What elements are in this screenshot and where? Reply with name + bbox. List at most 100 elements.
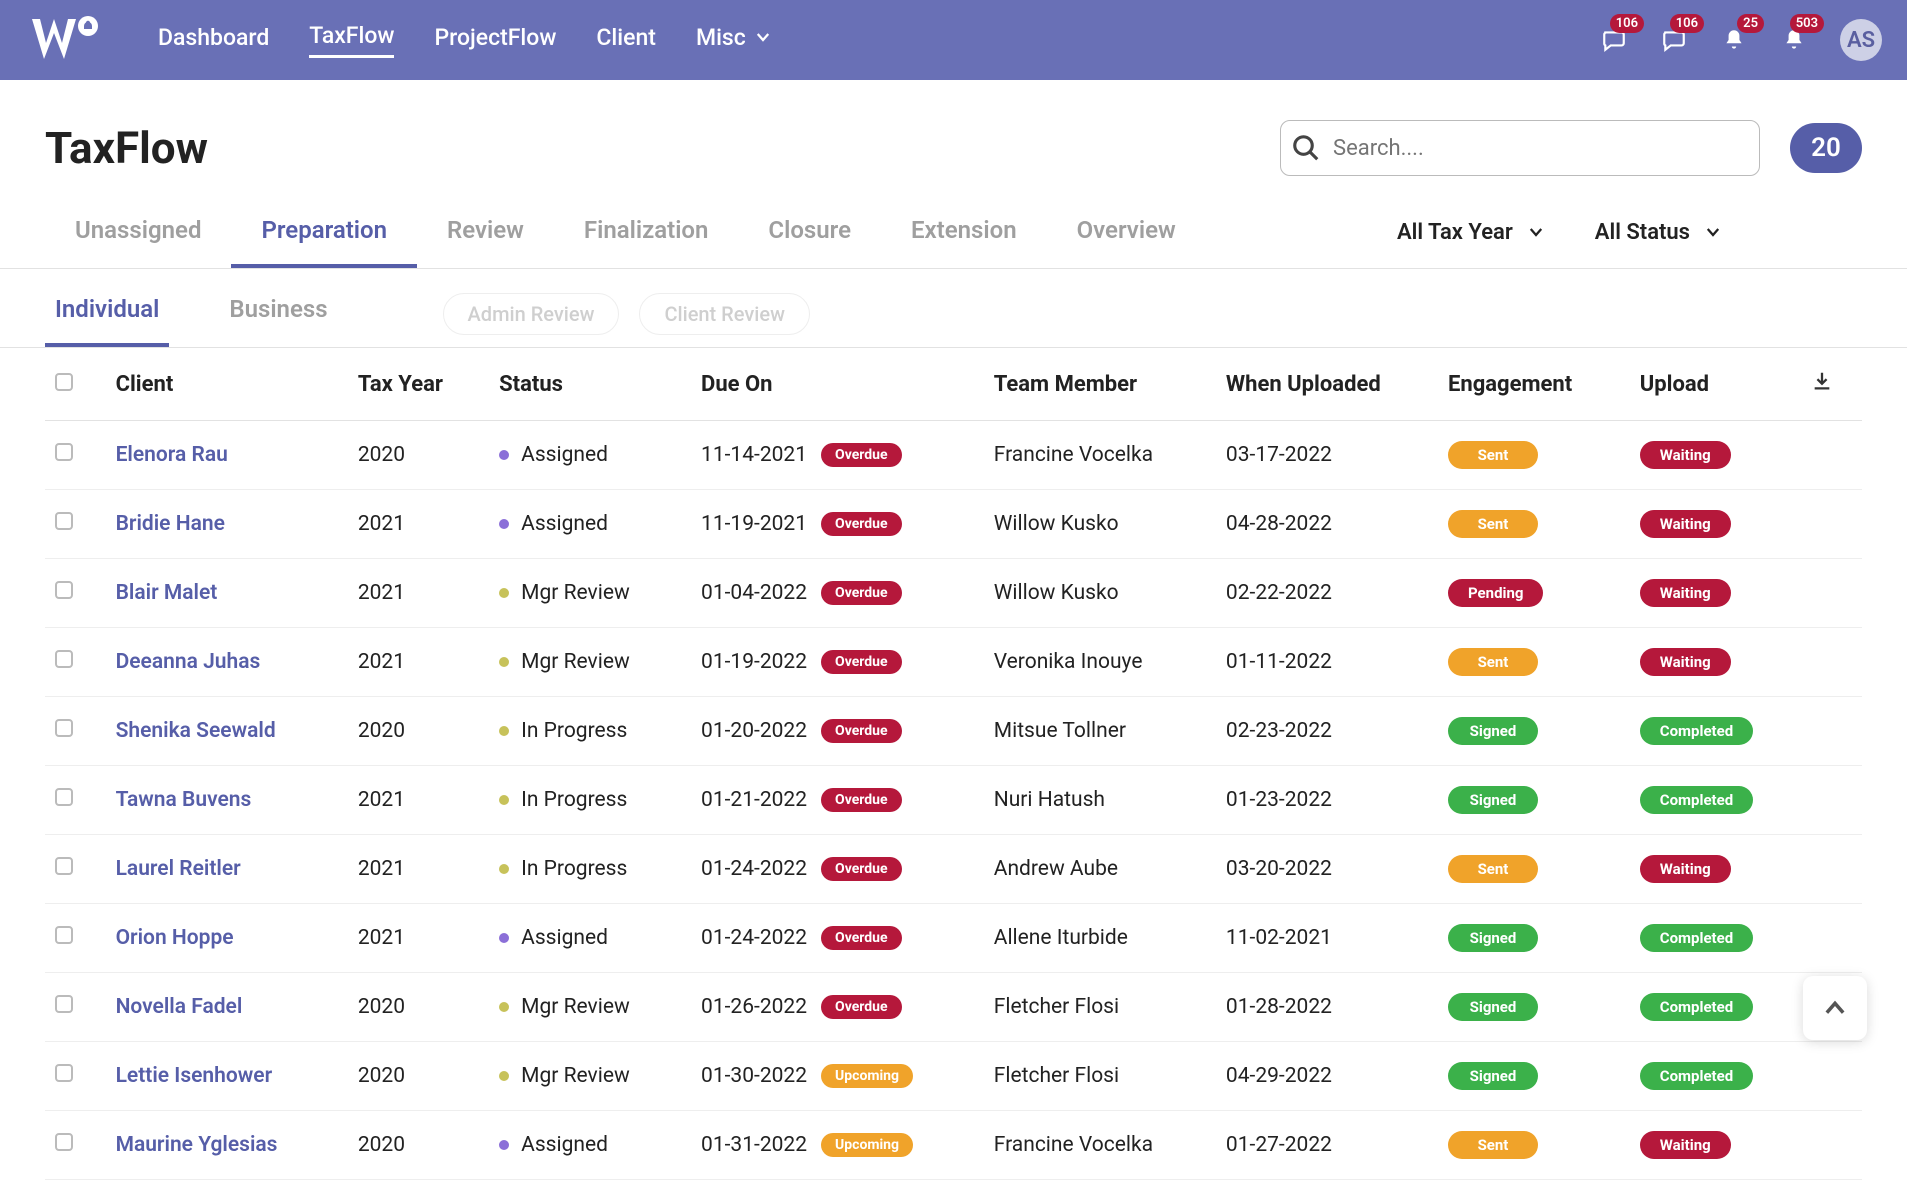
filter-label: All Tax Year xyxy=(1397,220,1513,245)
cell-year: 2020 xyxy=(348,1111,489,1180)
engagement-badge: Signed xyxy=(1448,1062,1538,1090)
table-row: Maurine Yglesias2020Assigned01-31-2022Up… xyxy=(45,1111,1862,1180)
row-checkbox[interactable] xyxy=(55,650,73,668)
cell-due: 11-19-2021Overdue xyxy=(701,512,974,536)
client-link[interactable]: Blair Malet xyxy=(116,581,218,605)
cell-uploaded: 02-23-2022 xyxy=(1216,697,1438,766)
client-link[interactable]: Lettie Isenhower xyxy=(116,1064,273,1088)
nav-misc[interactable]: Misc xyxy=(696,24,772,57)
engagement-badge: Signed xyxy=(1448,924,1538,952)
status-filter[interactable]: All Status xyxy=(1595,220,1722,245)
badge-count: 106 xyxy=(1610,14,1644,33)
client-link[interactable]: Shenika Seewald xyxy=(116,719,276,743)
due-date: 01-31-2022 xyxy=(701,1133,807,1157)
cell-status: Mgr Review xyxy=(499,650,681,674)
due-date: 11-19-2021 xyxy=(701,512,807,536)
due-date: 01-24-2022 xyxy=(701,857,807,881)
chevron-down-icon xyxy=(1704,223,1722,241)
nav-client[interactable]: Client xyxy=(596,24,656,57)
chat-button[interactable]: 106 xyxy=(1600,26,1628,54)
avatar[interactable]: AS xyxy=(1840,19,1882,61)
client-link[interactable]: Deeanna Juhas xyxy=(116,650,261,674)
col-status[interactable]: Status xyxy=(489,348,691,421)
pilltab-client-review[interactable]: Client Review xyxy=(639,293,809,335)
tab-preparation[interactable]: Preparation xyxy=(231,196,417,268)
col-tax-year[interactable]: Tax Year xyxy=(348,348,489,421)
search-input[interactable] xyxy=(1321,136,1749,161)
row-checkbox[interactable] xyxy=(55,512,73,530)
due-date: 01-19-2022 xyxy=(701,650,807,674)
status-dot xyxy=(499,1140,509,1150)
col-client[interactable]: Client xyxy=(106,348,348,421)
status-dot xyxy=(499,726,509,736)
tab-review[interactable]: Review xyxy=(417,196,554,268)
row-checkbox[interactable] xyxy=(55,1064,73,1082)
row-checkbox[interactable] xyxy=(55,995,73,1013)
col-download[interactable] xyxy=(1801,348,1862,421)
cell-due: 01-21-2022Overdue xyxy=(701,788,974,812)
client-link[interactable]: Elenora Rau xyxy=(116,443,228,467)
row-checkbox[interactable] xyxy=(55,719,73,737)
cell-status: Mgr Review xyxy=(499,581,681,605)
client-link[interactable]: Bridie Hane xyxy=(116,512,225,536)
nav-taxflow[interactable]: TaxFlow xyxy=(309,22,394,58)
bell2-button[interactable]: 503 xyxy=(1780,26,1808,54)
subtab-business[interactable]: Business xyxy=(219,281,337,347)
cell-member: Francine Vocelka xyxy=(984,1111,1216,1180)
select-all-checkbox[interactable] xyxy=(55,373,73,391)
client-link[interactable]: Tawna Buvens xyxy=(116,788,252,812)
status-text: In Progress xyxy=(521,857,627,881)
table-row: Bridie Hane2021Assigned11-19-2021Overdue… xyxy=(45,490,1862,559)
scroll-top-button[interactable] xyxy=(1803,976,1867,1040)
row-checkbox[interactable] xyxy=(55,788,73,806)
client-link[interactable]: Laurel Reitler xyxy=(116,857,241,881)
col-team-member[interactable]: Team Member xyxy=(984,348,1216,421)
cell-status: Assigned xyxy=(499,926,681,950)
col-when-uploaded[interactable]: When Uploaded xyxy=(1216,348,1438,421)
engagement-badge: Sent xyxy=(1448,441,1538,469)
client-link[interactable]: Orion Hoppe xyxy=(116,926,234,950)
status-dot xyxy=(499,1002,509,1012)
tab-overview[interactable]: Overview xyxy=(1047,196,1206,268)
cell-year: 2021 xyxy=(348,904,489,973)
nav-projectflow[interactable]: ProjectFlow xyxy=(434,24,556,57)
col-upload[interactable]: Upload xyxy=(1630,348,1802,421)
tax-year-filter[interactable]: All Tax Year xyxy=(1397,220,1545,245)
cell-status: Assigned xyxy=(499,512,681,536)
row-checkbox[interactable] xyxy=(55,926,73,944)
cell-uploaded: 01-11-2022 xyxy=(1216,628,1438,697)
row-checkbox[interactable] xyxy=(55,857,73,875)
row-checkbox[interactable] xyxy=(55,1133,73,1151)
col-engagement[interactable]: Engagement xyxy=(1438,348,1630,421)
cell-uploaded: 03-17-2022 xyxy=(1216,421,1438,490)
row-checkbox[interactable] xyxy=(55,581,73,599)
tab-extension[interactable]: Extension xyxy=(881,196,1047,268)
search-box[interactable] xyxy=(1280,120,1760,176)
table-row: Tawna Buvens2021In Progress01-21-2022Ove… xyxy=(45,766,1862,835)
subtab-individual[interactable]: Individual xyxy=(45,281,169,347)
row-checkbox[interactable] xyxy=(55,443,73,461)
cell-due: 01-24-2022Overdue xyxy=(701,926,974,950)
cell-year: 2020 xyxy=(348,1042,489,1111)
cell-member: Nuri Hatush xyxy=(984,766,1216,835)
col-due-on[interactable]: Due On xyxy=(691,348,984,421)
client-link[interactable]: Novella Fadel xyxy=(116,995,243,1019)
client-link[interactable]: Maurine Yglesias xyxy=(116,1133,278,1157)
engagement-badge: Sent xyxy=(1448,1131,1538,1159)
table-row: Orion Hoppe 2021 Assigned 01-24-2022Overdue… xyxy=(45,904,1862,973)
status-dot xyxy=(499,795,509,805)
upload-badge: Completed xyxy=(1640,717,1753,745)
cell-status: In Progress xyxy=(499,857,681,881)
nav-dashboard[interactable]: Dashboard xyxy=(158,24,269,57)
cell-uploaded: 02-22-2022 xyxy=(1216,559,1438,628)
chat2-button[interactable]: 106 xyxy=(1660,26,1688,54)
pilltab-admin-review[interactable]: Admin Review xyxy=(443,293,620,335)
tab-closure[interactable]: Closure xyxy=(738,196,881,268)
main-tabs: UnassignedPreparationReviewFinalizationC… xyxy=(0,196,1907,269)
logo[interactable] xyxy=(30,15,98,65)
tab-unassigned[interactable]: Unassigned xyxy=(45,196,231,268)
bell-button[interactable]: 25 xyxy=(1720,26,1748,54)
tab-finalization[interactable]: Finalization xyxy=(554,196,739,268)
cell-due: 01-19-2022Overdue xyxy=(701,650,974,674)
page-title: TaxFlow xyxy=(45,122,208,174)
